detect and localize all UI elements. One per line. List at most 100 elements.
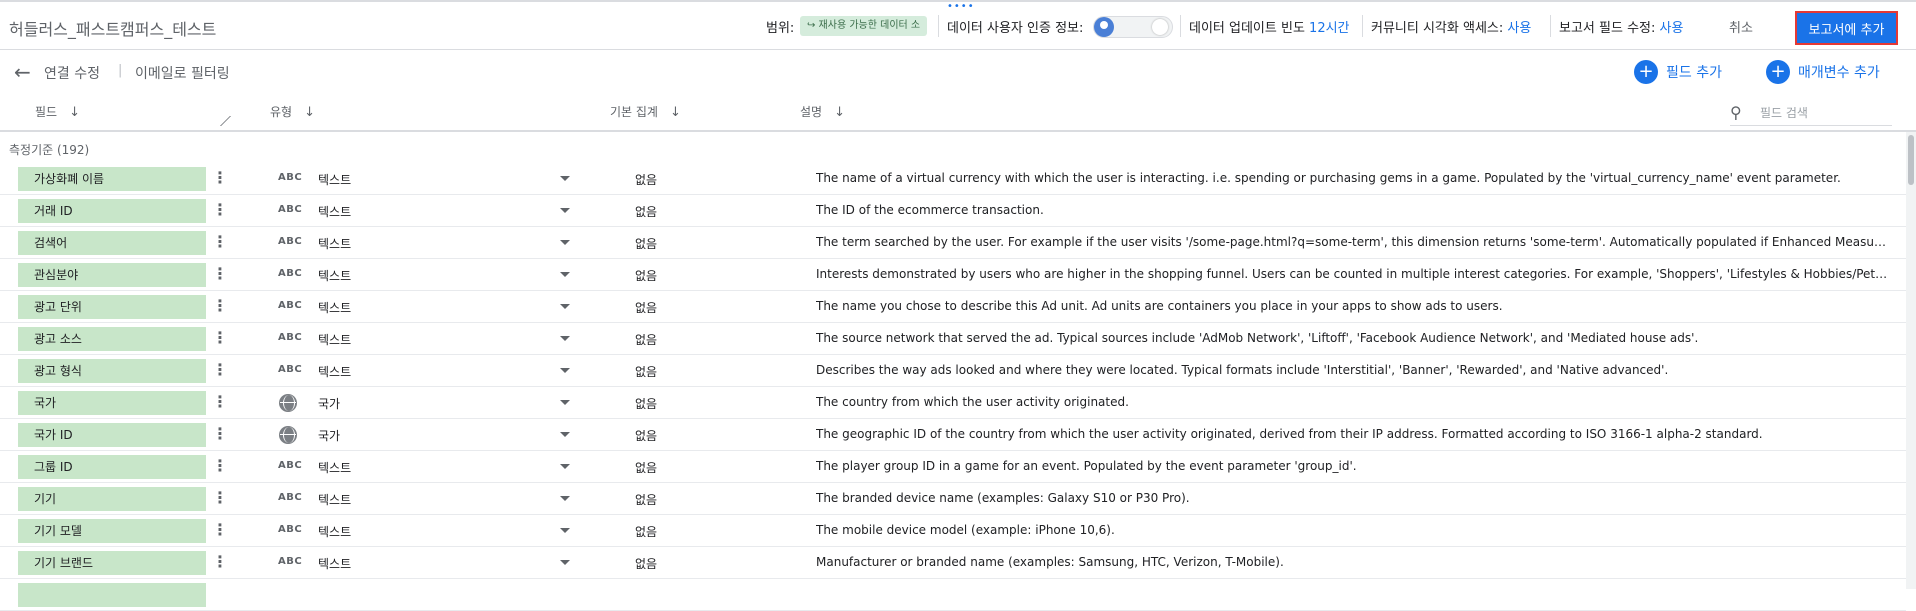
dropdown-arrow-icon[interactable] — [560, 560, 570, 565]
field-description[interactable]: The name of a virtual currency with whic… — [816, 171, 1890, 185]
dropdown-arrow-icon[interactable] — [560, 336, 570, 341]
field-type-select[interactable]: 텍스트 — [318, 267, 351, 284]
aggregation-value[interactable]: 없음 — [635, 459, 657, 476]
field-name-chip[interactable]: 거래 ID — [18, 199, 206, 223]
field-type-select[interactable]: 텍스트 — [318, 523, 351, 540]
credentials-toggle[interactable] — [1093, 16, 1173, 38]
column-header-aggregation[interactable]: 기본 집계 ↓ — [610, 103, 681, 120]
more-vert-icon[interactable]: ⋮ — [212, 232, 228, 252]
freshness-value-link[interactable]: 12시간 — [1309, 21, 1349, 36]
more-vert-icon[interactable]: ⋮ — [212, 296, 228, 316]
aggregation-value[interactable]: 없음 — [635, 331, 657, 348]
field-type-select[interactable]: 텍스트 — [318, 203, 351, 220]
more-vert-icon[interactable]: ⋮ — [212, 456, 228, 476]
aggregation-value[interactable]: 없음 — [635, 363, 657, 380]
dropdown-arrow-icon[interactable] — [560, 496, 570, 501]
aggregation-value[interactable]: 없음 — [635, 299, 657, 316]
add-parameter-button[interactable]: + 매개변수 추가 — [1766, 60, 1880, 84]
field-name-chip[interactable]: 그룹 ID — [18, 455, 206, 479]
aggregation-value[interactable]: 없음 — [635, 395, 657, 412]
scrollbar-thumb[interactable] — [1908, 135, 1914, 185]
aggregation-value[interactable]: 없음 — [635, 171, 657, 188]
field-description[interactable]: The player group ID in a game for an eve… — [816, 459, 1890, 473]
column-header-field[interactable]: 필드 ↓ — [35, 103, 80, 120]
add-field-button[interactable]: + 필드 추가 — [1634, 60, 1722, 84]
field-description[interactable]: The country from which the user activity… — [816, 395, 1890, 409]
more-vert-icon[interactable]: ⋮ — [212, 488, 228, 508]
dropdown-arrow-icon[interactable] — [560, 240, 570, 245]
field-name-chip[interactable]: 국가 — [18, 391, 206, 415]
field-name-chip[interactable]: 가상화폐 이름 — [18, 167, 206, 191]
more-vert-icon[interactable]: ⋮ — [212, 328, 228, 348]
field-description[interactable]: The ID of the ecommerce transaction. — [816, 203, 1890, 217]
field-description[interactable]: Describes the way ads looked and where t… — [816, 363, 1890, 377]
edit-fields-value-link[interactable]: 사용 — [1660, 21, 1684, 36]
aggregation-value[interactable]: 없음 — [635, 427, 657, 444]
field-name-chip[interactable]: 기기 브랜드 — [18, 551, 206, 575]
dropdown-arrow-icon[interactable] — [560, 208, 570, 213]
field-type-select[interactable]: 텍스트 — [318, 555, 351, 572]
aggregation-value[interactable]: 없음 — [635, 267, 657, 284]
field-name-chip[interactable]: 광고 단위 — [18, 295, 206, 319]
aggregation-value[interactable]: 없음 — [635, 491, 657, 508]
more-vert-icon[interactable]: ⋮ — [212, 264, 228, 284]
dropdown-arrow-icon[interactable] — [560, 400, 570, 405]
data-source-title[interactable]: 허들러스_패스트캠퍼스_테스트 — [9, 16, 216, 40]
field-description[interactable]: The term searched by the user. For examp… — [816, 235, 1890, 249]
back-arrow-icon[interactable]: ← — [14, 62, 31, 82]
field-name-chip[interactable]: 관심분야 — [18, 263, 206, 287]
field-name-chip[interactable] — [18, 583, 206, 607]
field-name-chip[interactable]: 기기 — [18, 487, 206, 511]
dropdown-arrow-icon[interactable] — [560, 528, 570, 533]
field-description[interactable]: Manufacturer or branded name (examples: … — [816, 555, 1890, 569]
field-name-chip[interactable]: 국가 ID — [18, 423, 206, 447]
field-description[interactable]: The mobile device model (example: iPhone… — [816, 523, 1890, 537]
aggregation-value[interactable]: 없음 — [635, 235, 657, 252]
community-value-link[interactable]: 사용 — [1507, 21, 1531, 36]
vertical-scrollbar[interactable] — [1906, 132, 1916, 589]
field-name-chip[interactable]: 광고 형식 — [18, 359, 206, 383]
field-type-select[interactable]: 텍스트 — [318, 491, 351, 508]
dropdown-arrow-icon[interactable] — [560, 464, 570, 469]
more-vert-icon[interactable]: ⋮ — [212, 392, 228, 412]
dropdown-arrow-icon[interactable] — [560, 304, 570, 309]
cancel-button[interactable]: 취소 — [1729, 17, 1753, 36]
column-resize-icon[interactable] — [211, 116, 231, 126]
field-search-input[interactable] — [1760, 105, 1890, 120]
field-description[interactable]: The name you chose to describe this Ad u… — [816, 299, 1890, 313]
add-to-report-button[interactable]: 보고서에 추가 — [1795, 11, 1898, 45]
aggregation-value[interactable]: 없음 — [635, 523, 657, 540]
more-vert-icon[interactable]: ⋮ — [212, 360, 228, 380]
field-name-chip[interactable]: 기기 모델 — [18, 519, 206, 543]
scope-chip[interactable]: ↪ 재사용 가능한 데이터 소 — [800, 16, 928, 36]
field-description[interactable]: The geographic ID of the country from wh… — [816, 427, 1890, 441]
field-type-select[interactable]: 텍스트 — [318, 171, 351, 188]
more-vert-icon[interactable]: ⋮ — [212, 200, 228, 220]
column-header-type[interactable]: 유형 ↓ — [270, 103, 315, 120]
column-header-description[interactable]: 설명 ↓ — [800, 103, 845, 120]
field-type-select[interactable]: 텍스트 — [318, 331, 351, 348]
field-type-select[interactable]: 텍스트 — [318, 363, 351, 380]
field-name-chip[interactable]: 검색어 — [18, 231, 206, 255]
field-description[interactable]: The source network that served the ad. T… — [816, 331, 1890, 345]
field-name-chip[interactable]: 광고 소스 — [18, 327, 206, 351]
more-vert-icon[interactable]: ⋮ — [212, 424, 228, 444]
aggregation-value[interactable]: 없음 — [635, 555, 657, 572]
dropdown-arrow-icon[interactable] — [560, 272, 570, 277]
field-type-select[interactable]: 텍스트 — [318, 299, 351, 316]
field-type-select[interactable]: 텍스트 — [318, 459, 351, 476]
field-type-select[interactable]: 국가 — [318, 427, 340, 444]
more-vert-icon[interactable]: ⋮ — [212, 168, 228, 188]
field-description[interactable]: The branded device name (examples: Galax… — [816, 491, 1890, 505]
more-vert-icon[interactable]: ⋮ — [212, 520, 228, 540]
aggregation-value[interactable]: 없음 — [635, 203, 657, 220]
filter-by-email-link[interactable]: 이메일로 필터링 — [135, 63, 230, 83]
dropdown-arrow-icon[interactable] — [560, 368, 570, 373]
more-vert-icon[interactable]: ⋮ — [212, 552, 228, 572]
edit-connection-link[interactable]: 연결 수정 — [44, 63, 100, 83]
field-type-select[interactable]: 텍스트 — [318, 235, 351, 252]
dropdown-arrow-icon[interactable] — [560, 176, 570, 181]
field-type-select[interactable]: 국가 — [318, 395, 340, 412]
dropdown-arrow-icon[interactable] — [560, 432, 570, 437]
field-description[interactable]: Interests demonstrated by users who are … — [816, 267, 1890, 281]
